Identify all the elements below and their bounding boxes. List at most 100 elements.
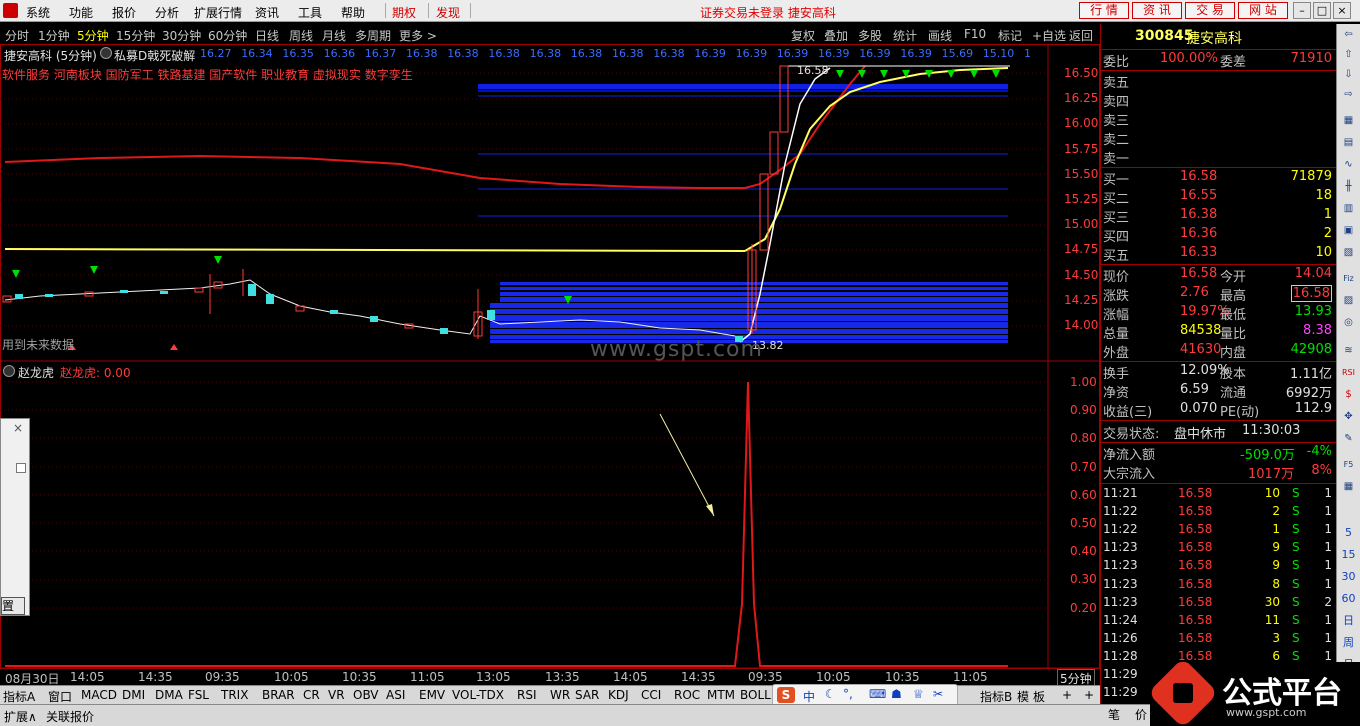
- back-button[interactable]: 返回: [1069, 27, 1093, 44]
- sidebar-period-button[interactable]: 60: [1340, 590, 1357, 607]
- indicator-tab[interactable]: FSL: [188, 688, 209, 702]
- indicator-tab[interactable]: 指标A: [3, 688, 35, 705]
- pen-icon[interactable]: ✎: [1340, 430, 1357, 447]
- panel-checkbox[interactable]: [16, 463, 26, 473]
- stats-button[interactable]: 统计: [893, 27, 917, 44]
- template-tab[interactable]: 模: [1017, 688, 1029, 705]
- indicator-tab[interactable]: CR: [303, 688, 320, 702]
- scroll-tab-button[interactable]: +: [1084, 688, 1094, 702]
- indicator-tab[interactable]: DMA: [155, 688, 183, 702]
- sidebar-period-button[interactable]: 30: [1340, 568, 1357, 585]
- indicator-tab[interactable]: BRAR: [262, 688, 295, 702]
- draw-line-button[interactable]: 画线: [928, 27, 952, 44]
- wrench-icon[interactable]: ✂: [933, 687, 943, 701]
- punct-icon[interactable]: °,: [843, 687, 853, 701]
- skin-icon[interactable]: ☗: [891, 687, 902, 701]
- tick-tab[interactable]: 笔: [1108, 706, 1120, 723]
- f10-button[interactable]: F10: [964, 27, 986, 41]
- period-1min[interactable]: 1分钟: [38, 27, 70, 44]
- chart-icon[interactable]: ▦: [1340, 112, 1357, 129]
- indicator-tab[interactable]: MTM: [707, 688, 735, 702]
- arrow-right-icon[interactable]: ⇨: [1340, 86, 1357, 103]
- buy-row[interactable]: 买四 16.36 2: [1100, 226, 1336, 245]
- quote-button[interactable]: 行 情: [1079, 2, 1129, 19]
- indicator-tab[interactable]: BOLL: [740, 688, 771, 702]
- board-tab[interactable]: 板: [1033, 688, 1045, 705]
- settings-button[interactable]: 置: [1, 597, 25, 615]
- buy-row[interactable]: 买三 16.38 1: [1100, 207, 1336, 226]
- indicator-tab[interactable]: KDJ: [608, 688, 629, 702]
- login-notice[interactable]: 证券交易未登录 捷安高科: [700, 4, 836, 21]
- moon-icon[interactable]: ☾: [825, 687, 836, 701]
- menu-discover[interactable]: 发现: [436, 4, 460, 21]
- website-button[interactable]: 网 站: [1238, 2, 1288, 19]
- indicator-tab[interactable]: EMV: [419, 688, 445, 702]
- period-day[interactable]: 日线: [255, 27, 279, 44]
- expand-button[interactable]: 扩展∧: [4, 708, 37, 725]
- ime-logo-icon[interactable]: S: [777, 687, 795, 703]
- indicator-tab[interactable]: 窗口: [48, 688, 72, 705]
- move-icon[interactable]: ✥: [1340, 408, 1357, 425]
- menu-info[interactable]: 资讯: [255, 4, 279, 21]
- sub-indicator-toggle-icon[interactable]: [3, 365, 15, 377]
- kline-icon[interactable]: ╫: [1340, 178, 1357, 195]
- rsi-icon[interactable]: RSI: [1340, 364, 1357, 381]
- indicator-tab[interactable]: CCI: [641, 688, 661, 702]
- period-tick[interactable]: 分时: [5, 27, 29, 44]
- add-tab-button[interactable]: +: [1062, 688, 1072, 702]
- price-tab[interactable]: 价: [1135, 706, 1147, 723]
- menu-options[interactable]: 期权: [392, 4, 416, 21]
- period-more[interactable]: 更多 >: [399, 27, 437, 44]
- close-icon[interactable]: ×: [1333, 2, 1351, 19]
- indicator-tab[interactable]: VR: [328, 688, 345, 702]
- trade-button[interactable]: 交 易: [1185, 2, 1235, 19]
- wave-icon[interactable]: ≋: [1340, 342, 1357, 359]
- mark-button[interactable]: 标记: [998, 27, 1022, 44]
- indicator-tab[interactable]: ASI: [386, 688, 405, 702]
- minimize-icon[interactable]: –: [1293, 2, 1311, 19]
- grid-icon[interactable]: ▣: [1340, 222, 1357, 239]
- sidebar-period-button[interactable]: 日: [1340, 612, 1357, 629]
- arrow-up-icon[interactable]: ⇧: [1340, 46, 1357, 63]
- sidebar-period-button[interactable]: 周: [1340, 634, 1357, 651]
- indicator-tab[interactable]: ROC: [674, 688, 700, 702]
- ime-chinese-toggle[interactable]: 中: [803, 688, 815, 705]
- indicator-toggle-icon[interactable]: [100, 47, 112, 59]
- sidebar-period-button[interactable]: 5: [1340, 524, 1357, 541]
- arrow-left-icon[interactable]: ⇦: [1340, 26, 1357, 43]
- sidebar-period-button[interactable]: 15: [1340, 546, 1357, 563]
- multi-stock-button[interactable]: 多股: [858, 27, 882, 44]
- maximize-icon[interactable]: □: [1313, 2, 1331, 19]
- indicator-tab[interactable]: DMI: [122, 688, 145, 702]
- menu-analysis[interactable]: 分析: [155, 4, 179, 21]
- line-chart-icon[interactable]: ∿: [1340, 156, 1357, 173]
- period-5min[interactable]: 5分钟: [77, 27, 109, 44]
- chart-icon[interactable]: ▦: [1340, 478, 1357, 495]
- related-quote-button[interactable]: 关联报价: [46, 708, 94, 725]
- menu-extended-quote[interactable]: 扩展行情: [194, 4, 242, 21]
- arrow-down-icon[interactable]: ⇩: [1340, 66, 1357, 83]
- menu-quote[interactable]: 报价: [112, 4, 136, 21]
- floating-panel[interactable]: × 置: [0, 418, 30, 616]
- circle-icon[interactable]: ◎: [1340, 314, 1357, 331]
- ime-toolbar[interactable]: S 中 ☾ °, ⌨ ☗ ♕ ✂: [772, 684, 958, 706]
- indicator-b-tab[interactable]: 指标B: [980, 688, 1012, 705]
- indicator-tab[interactable]: SAR: [575, 688, 599, 702]
- period-multi[interactable]: 多周期: [355, 27, 391, 44]
- keyboard-icon[interactable]: ⌨: [869, 687, 886, 701]
- chart-icon[interactable]: ▤: [1340, 134, 1357, 151]
- indicator-tab[interactable]: OBV: [353, 688, 379, 702]
- menu-tools[interactable]: 工具: [298, 4, 322, 21]
- buy-row[interactable]: 买二 16.55 18: [1100, 188, 1336, 207]
- buy-row[interactable]: 买五 16.33 10: [1100, 245, 1336, 264]
- period-15min[interactable]: 15分钟: [116, 27, 155, 44]
- indicator-tab[interactable]: VOL-TDX: [452, 688, 504, 702]
- menu-system[interactable]: 系统: [26, 4, 50, 21]
- panel-close-icon[interactable]: ×: [13, 421, 23, 435]
- shirt-icon[interactable]: ♕: [913, 687, 924, 701]
- indicator-tab[interactable]: MACD: [81, 688, 117, 702]
- chart-canvas[interactable]: [0, 44, 1100, 684]
- news-button[interactable]: 资 讯: [1132, 2, 1182, 19]
- dollar-icon[interactable]: $: [1340, 386, 1357, 403]
- buy-row[interactable]: 买一 16.58 71879: [1100, 169, 1336, 188]
